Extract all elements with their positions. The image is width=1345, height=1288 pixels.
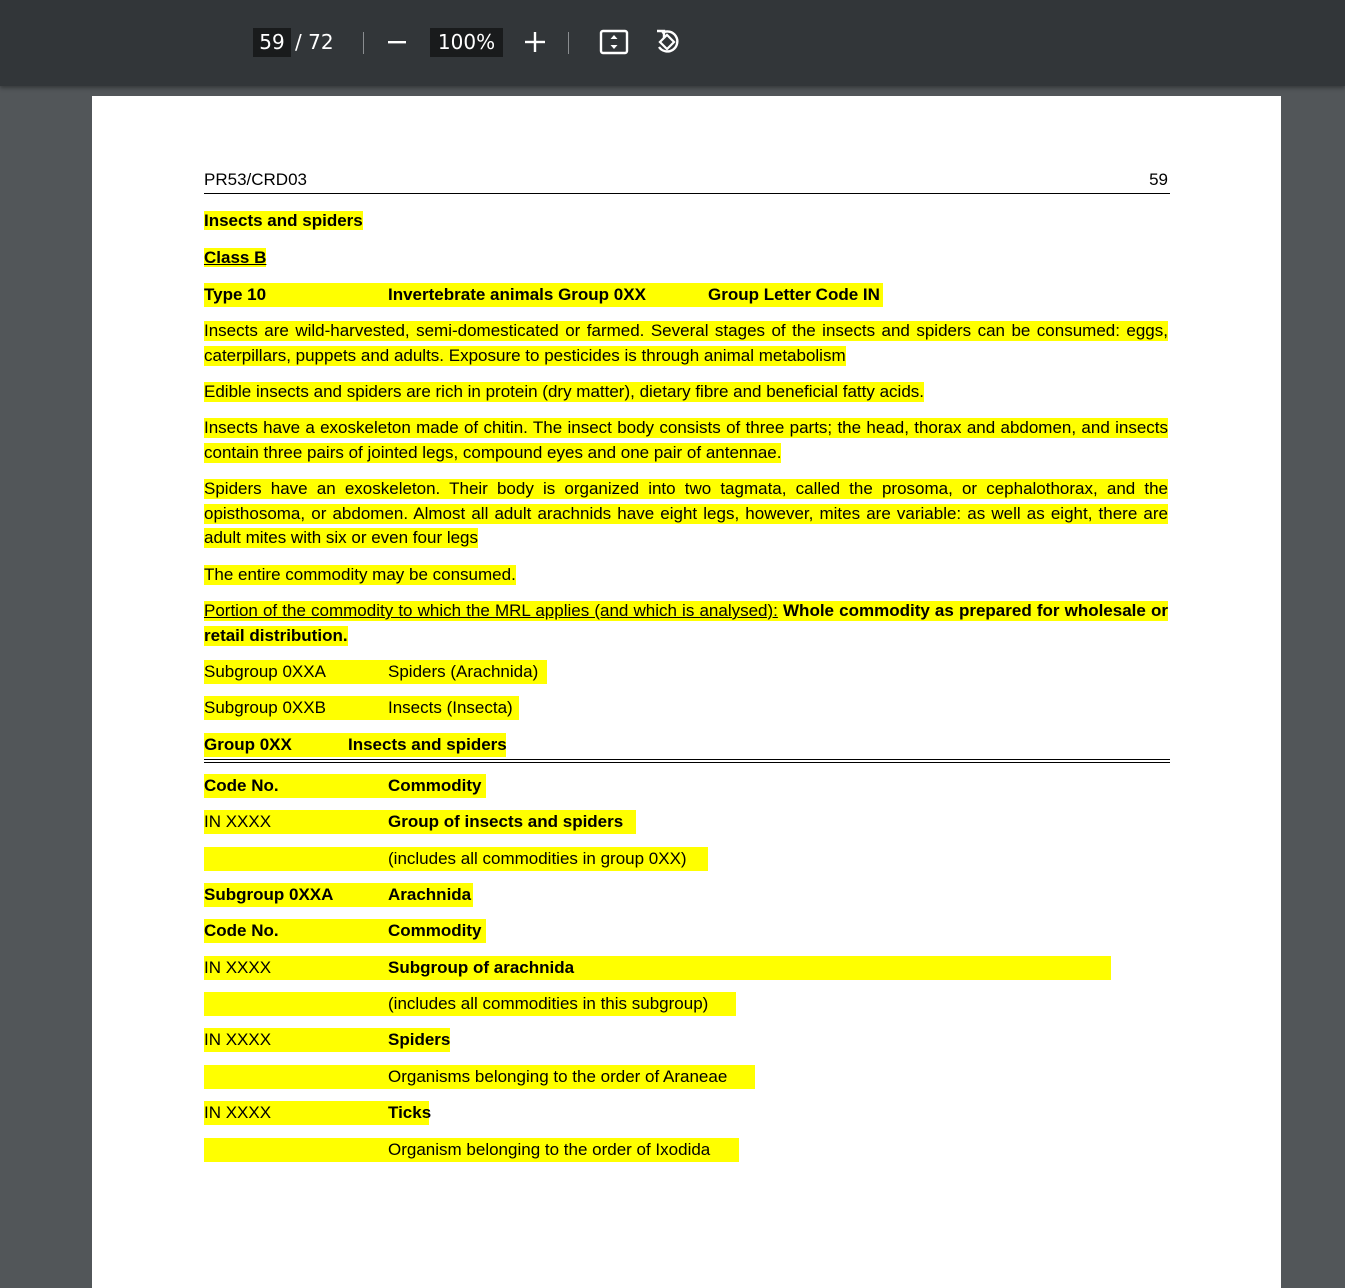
pdf-page: PR53/CRD03 59 Insects and spiders Class … — [92, 96, 1281, 1288]
toolbar-divider — [568, 32, 569, 54]
minus-icon — [388, 41, 406, 44]
type-code: Group Letter Code IN — [708, 285, 880, 304]
type-label: Type 10 — [204, 285, 267, 304]
page-total: / 72 — [295, 30, 334, 54]
zoom-out-button[interactable] — [382, 27, 412, 57]
pdf-toolbar: 59 / 72 100% — [0, 0, 1345, 86]
zoom-in-button[interactable] — [520, 27, 550, 57]
paragraph-4: Spiders have an exoskeleton. Their body … — [204, 479, 1168, 548]
toolbar-divider — [363, 32, 364, 54]
rotate-button[interactable] — [653, 27, 683, 57]
page-number-input[interactable]: 59 — [253, 28, 291, 57]
type-group: Invertebrate animals Group 0XX — [388, 285, 646, 304]
class-label: Class B — [204, 248, 267, 267]
section-title: Insects and spiders — [204, 211, 363, 230]
portion-label: Portion of the commodity to which the MR… — [204, 601, 778, 621]
page-header-number: 59 — [1149, 170, 1168, 189]
table-row-highlight — [204, 956, 1111, 980]
paragraph-1: Insects are wild-harvested, semi-domesti… — [204, 321, 1168, 366]
header-rule — [204, 193, 1170, 194]
paragraph-3: Insects have a exoskeleton made of chiti… — [204, 418, 1168, 463]
fit-to-page-icon — [599, 29, 629, 55]
plus-icon — [525, 32, 545, 52]
zoom-level-input[interactable]: 100% — [430, 28, 503, 57]
page-header-doc-id: PR53/CRD03 — [204, 170, 307, 189]
portion-paragraph: Portion of the commodity to which the MR… — [204, 599, 1168, 648]
paragraph-2: Edible insects and spiders are rich in p… — [204, 382, 925, 402]
group-double-rule — [204, 759, 1170, 763]
type-line: Type 10 Invertebrate animals Group 0XX G… — [204, 283, 883, 307]
paragraph-5: The entire commodity may be consumed. — [204, 565, 516, 585]
rotate-icon — [657, 29, 679, 53]
fit-to-page-button[interactable] — [599, 27, 629, 57]
